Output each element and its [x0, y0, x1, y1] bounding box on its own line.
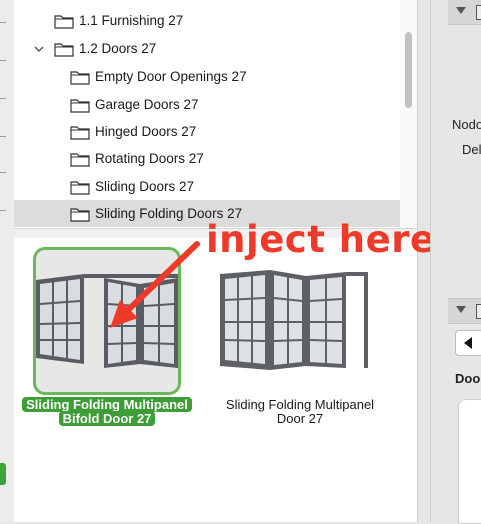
- gallery-item-caption: Sliding Folding Multipanel Bifold Door 2…: [14, 397, 200, 426]
- gallery-item-caption: Sliding Folding Multipanel Door 27: [200, 398, 400, 426]
- folder-icon: [54, 14, 74, 29]
- inspector-header[interactable]: [448, 0, 481, 25]
- tree-row-label: 1.1 Furnishing 27: [79, 13, 184, 28]
- tree-row-rotating-doors[interactable]: Rotating Doors 27: [14, 145, 400, 172]
- tree-scrollbar-thumb[interactable]: [405, 32, 412, 108]
- folder-icon: [70, 125, 90, 140]
- multipanel-door-thumbnail: [220, 270, 368, 370]
- chevron-left-icon: [464, 337, 472, 349]
- tree-row-sliding-doors[interactable]: Sliding Doors 27: [14, 173, 400, 200]
- edge-tick: [0, 172, 6, 173]
- tree-row-label: Empty Door Openings 27: [95, 69, 247, 84]
- folder-icon: [70, 207, 90, 222]
- chevron-down-icon[interactable]: [33, 43, 45, 55]
- tree-row-label: 1.2 Doors 27: [79, 41, 157, 56]
- inspector-label: Del: [462, 142, 481, 157]
- edge-tick: [0, 136, 6, 137]
- edge-tick: [0, 60, 6, 61]
- inspector-header-2[interactable]: [448, 298, 481, 324]
- tree-row-garage-doors[interactable]: Garage Doors 27: [14, 91, 400, 118]
- folder-tree: 1.1 Furnishing 27 1.2 Doors 27 Empty Doo…: [14, 0, 417, 230]
- edge-tick: [0, 98, 6, 99]
- tree-row-doors[interactable]: 1.2 Doors 27: [14, 35, 400, 62]
- back-button[interactable]: [455, 330, 481, 356]
- object-gallery: Sliding Folding Multipanel Bifold Door 2…: [14, 238, 417, 522]
- caption-line: Sliding Folding Multipanel: [225, 397, 375, 412]
- inspector-panel: Nodo Del Door: [430, 0, 481, 524]
- caption-line: Sliding Folding Multipanel: [22, 397, 192, 412]
- edge-tick: [0, 22, 6, 23]
- tree-row-empty-door-openings[interactable]: Empty Door Openings 27: [14, 63, 400, 90]
- tree-row-furnishing[interactable]: 1.1 Furnishing 27: [14, 7, 400, 34]
- folder-icon: [70, 70, 90, 85]
- tree-row-label: Sliding Doors 27: [95, 179, 195, 194]
- inspector-section-title: Door: [455, 371, 481, 386]
- left-edge-strip: [0, 0, 15, 522]
- edge-green-marker: [0, 463, 6, 485]
- bifold-door-thumbnail: [36, 274, 178, 368]
- inspector-label: Nodo: [452, 117, 481, 132]
- gallery-item-multipanel-door[interactable]: Sliding Folding Multipanel Door 27: [200, 238, 400, 428]
- folder-icon: [70, 152, 90, 167]
- tree-row-label: Rotating Doors 27: [95, 151, 204, 166]
- panel-icon: [476, 304, 481, 319]
- preview-box: [458, 399, 481, 524]
- library-browser: 1.1 Furnishing 27 1.2 Doors 27 Empty Doo…: [14, 0, 418, 522]
- tree-row-hinged-doors[interactable]: Hinged Doors 27: [14, 118, 400, 145]
- folder-icon: [70, 98, 90, 113]
- tree-row-label: Garage Doors 27: [95, 97, 199, 112]
- folder-icon: [70, 180, 90, 195]
- gallery-item-bifold-door[interactable]: Sliding Folding Multipanel Bifold Door 2…: [14, 238, 200, 428]
- tree-row-label: Hinged Doors 27: [95, 124, 197, 139]
- disclosure-triangle-icon[interactable]: [456, 306, 466, 313]
- annotation-text: inject here: [206, 218, 436, 261]
- folder-icon: [54, 42, 74, 57]
- edge-tick: [0, 210, 6, 211]
- disclosure-triangle-icon[interactable]: [456, 7, 466, 14]
- caption-line: Bifold Door 27: [58, 411, 156, 426]
- panel-icon: [476, 5, 481, 20]
- caption-line: Door 27: [276, 411, 324, 426]
